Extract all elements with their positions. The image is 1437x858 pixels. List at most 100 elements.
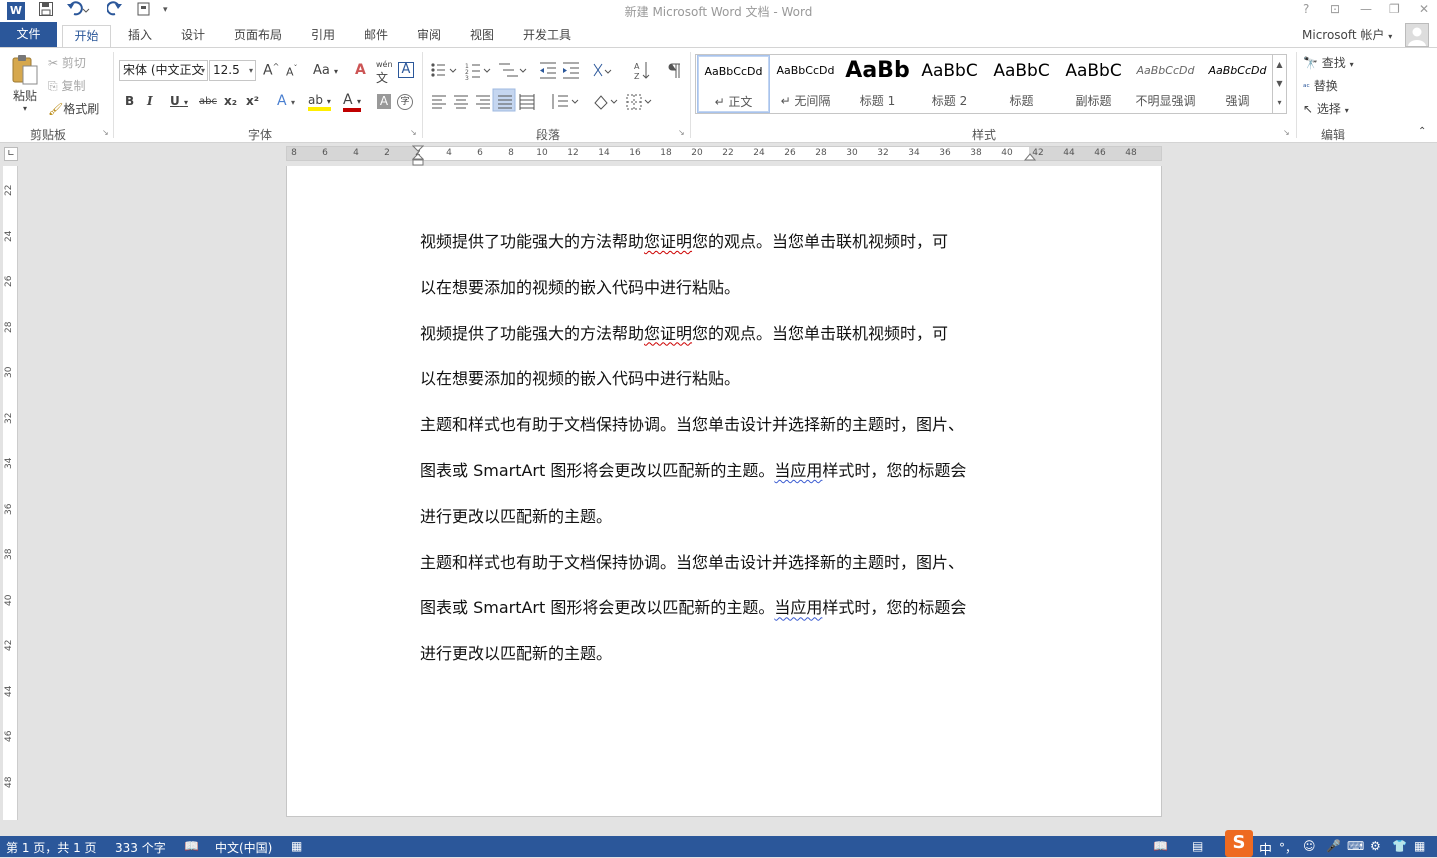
document-line[interactable]: 图表或 SmartArt 图形将会更改以匹配新的主题。当应用样式时，您的标题会	[420, 594, 1040, 618]
gallery-more-icon[interactable]: ▾	[1272, 93, 1286, 113]
tab-references[interactable]: 引用	[301, 25, 345, 48]
collapse-ribbon-icon[interactable]: ⌃	[1418, 126, 1426, 137]
gallery-scroll-down-icon[interactable]: ▼	[1272, 74, 1286, 93]
ime-mode[interactable]: 中	[1259, 839, 1272, 858]
horizontal-ruler[interactable]: 8 6 4 2 2 4 6 8 10 12 14 16 18 20 22 24 26 28 30 32 34 36 38 40…	[286, 145, 1162, 166]
text-effects-button[interactable]: A ▾	[277, 93, 295, 109]
select-button[interactable]: ↖ 选择 ▾	[1303, 100, 1349, 117]
language-indicator[interactable]: 中文(中国)	[215, 839, 272, 856]
document-line[interactable]: 主题和样式也有助于文档保持协调。当您单击设计并选择新的主题时，图片、	[420, 411, 1040, 435]
underline-button[interactable]: U ▾	[170, 94, 188, 108]
minimize-button[interactable]: —	[1360, 2, 1372, 16]
maximize-button[interactable]: ❐	[1389, 2, 1400, 16]
superscript-button[interactable]: x²	[246, 94, 259, 108]
format-painter-button[interactable]: 🖌格式刷	[48, 100, 99, 117]
document-line[interactable]: 以在想要添加的视频的嵌入代码中进行粘贴。	[420, 365, 1040, 389]
tab-view[interactable]: 视图	[460, 25, 504, 48]
tab-mailings[interactable]: 邮件	[354, 25, 398, 48]
tab-insert[interactable]: 插入	[118, 25, 162, 48]
document-page[interactable]: 视频提供了功能强大的方法帮助您证明您的观点。当您单击联机视频时，可 以在想要添加的…	[286, 166, 1162, 817]
help-button[interactable]: ?	[1303, 2, 1309, 16]
style-subtitle[interactable]: AaBbC 副标题	[1058, 56, 1129, 112]
subscript-button[interactable]: x₂	[224, 94, 237, 108]
skin-icon[interactable]: 👕	[1392, 839, 1407, 853]
document-line[interactable]: 进行更改以匹配新的主题。	[420, 640, 1040, 664]
clipboard-launcher-icon[interactable]: ↘	[102, 128, 109, 137]
account-menu[interactable]: Microsoft 帐户 ▾	[1302, 26, 1392, 43]
phonetic-guide-button[interactable]: wén 文	[376, 60, 393, 86]
tab-review[interactable]: 审阅	[407, 25, 451, 48]
paragraph-launcher-icon[interactable]: ↘	[678, 128, 685, 137]
avatar[interactable]	[1405, 23, 1429, 47]
tab-page-layout[interactable]: 页面布局	[228, 25, 288, 48]
tab-file[interactable]: 文件	[0, 22, 57, 48]
document-line[interactable]: 视频提供了功能强大的方法帮助您证明您的观点。当您单击联机视频时，可	[420, 228, 1040, 252]
brush-icon: 🖌	[48, 102, 64, 116]
document-line[interactable]: 视频提供了功能强大的方法帮助您证明您的观点。当您单击联机视频时，可	[420, 320, 1040, 344]
clear-formatting-button[interactable]: A	[355, 62, 366, 78]
word-count[interactable]: 333 个字	[115, 839, 166, 856]
bold-button[interactable]: B	[125, 94, 134, 108]
proofing-error-text[interactable]: 当应用	[774, 461, 822, 480]
font-launcher-icon[interactable]: ↘	[410, 128, 417, 137]
format-painter-label: 格式刷	[63, 102, 100, 116]
tab-developer[interactable]: 开发工具	[515, 25, 579, 48]
grow-font-button[interactable]: A^	[263, 62, 279, 79]
sogou-ime-icon[interactable]: S	[1225, 830, 1253, 857]
font-color-button[interactable]: A ▾	[343, 93, 362, 112]
style-no-spacing[interactable]: AaBbCcDd ↵ 无间隔	[770, 56, 841, 112]
close-button[interactable]: ✕	[1419, 2, 1429, 16]
find-button[interactable]: 🔭 查找 ▾	[1303, 54, 1354, 71]
document-line[interactable]: 图表或 SmartArt 图形将会更改以匹配新的主题。当应用样式时，您的标题会	[420, 457, 1040, 481]
style-heading-2[interactable]: AaBbC 标题 2	[914, 56, 985, 112]
proofing-error-text[interactable]: 您证明	[644, 232, 692, 251]
page-count[interactable]: 第 1 页，共 1 页	[6, 839, 97, 856]
proofing-icon[interactable]: 📖	[184, 839, 199, 853]
italic-button[interactable]: I	[147, 94, 153, 108]
cut-button[interactable]: ✂ 剪切	[48, 54, 86, 71]
strikethrough-button[interactable]: abc	[199, 96, 217, 107]
right-indent-marker-icon[interactable]	[1024, 153, 1036, 163]
proofing-error-text[interactable]: 当应用	[774, 598, 822, 617]
document-line[interactable]: 进行更改以匹配新的主题。	[420, 503, 1040, 527]
font-size-combo[interactable]: 12.5 ▾	[209, 60, 256, 81]
macro-icon[interactable]: ▦	[291, 839, 302, 853]
ruler-tick-label: 48	[4, 776, 14, 788]
toolbox-icon[interactable]: ▦	[1414, 839, 1425, 853]
enclose-characters-button[interactable]: 字	[397, 94, 413, 110]
character-shading-button[interactable]: A	[377, 94, 391, 109]
proofing-error-text[interactable]: 您证明	[644, 324, 692, 343]
microphone-icon[interactable]: 🎤	[1326, 839, 1341, 853]
style-normal[interactable]: AaBbCcDd ↵ 正文	[697, 55, 770, 113]
tab-home[interactable]: 开始	[62, 25, 111, 48]
replace-button[interactable]: ᵃᶜ 替换	[1303, 77, 1338, 94]
highlight-button[interactable]: ab ▾	[308, 93, 331, 111]
print-layout-icon[interactable]: ▤	[1192, 839, 1203, 853]
vertical-ruler[interactable]: 22 24 26 28 30 32 34 36 38 40 42 44 46 48	[3, 166, 18, 820]
ribbon-display-options-button[interactable]: ⊡	[1330, 2, 1340, 16]
font-name-combo[interactable]: 宋体 (中文正文 ▾	[119, 60, 208, 81]
paste-button[interactable]: 粘贴 ▾	[8, 54, 42, 114]
tab-selector-icon[interactable]: ∟	[4, 147, 18, 161]
paste-dropdown-icon[interactable]: ▾	[8, 104, 42, 113]
document-line[interactable]: 主题和样式也有助于文档保持协调。当您单击设计并选择新的主题时，图片、	[420, 549, 1040, 573]
style-emphasis[interactable]: AaBbCcDd 强调	[1202, 56, 1273, 112]
styles-launcher-icon[interactable]: ↘	[1283, 128, 1290, 137]
indent-marker-icon[interactable]	[412, 145, 424, 167]
tab-design[interactable]: 设计	[171, 25, 215, 48]
gallery-scroll-up-icon[interactable]: ▲	[1272, 55, 1286, 74]
shrink-font-button[interactable]: Aˇ	[286, 64, 298, 79]
style-title[interactable]: AaBbC 标题	[986, 56, 1057, 112]
binoculars-icon: 🔭	[1303, 56, 1318, 70]
character-border-button[interactable]: A	[398, 62, 414, 78]
ime-punctuation[interactable]: °，	[1279, 839, 1297, 856]
copy-button[interactable]: ⎘ 复制	[48, 77, 85, 94]
change-case-button[interactable]: Aa ▾	[313, 63, 338, 78]
style-heading-1[interactable]: AaBb 标题 1	[842, 56, 913, 112]
keyboard-icon[interactable]: ⌨	[1347, 839, 1364, 853]
style-subtle-emphasis[interactable]: AaBbCcDd 不明显强调	[1130, 56, 1201, 112]
document-line[interactable]: 以在想要添加的视频的嵌入代码中进行粘贴。	[420, 274, 1040, 298]
settings-icon[interactable]: ⚙	[1370, 839, 1381, 853]
read-mode-icon[interactable]: 📖	[1153, 839, 1168, 853]
emoji-icon[interactable]: ☺	[1303, 839, 1316, 853]
